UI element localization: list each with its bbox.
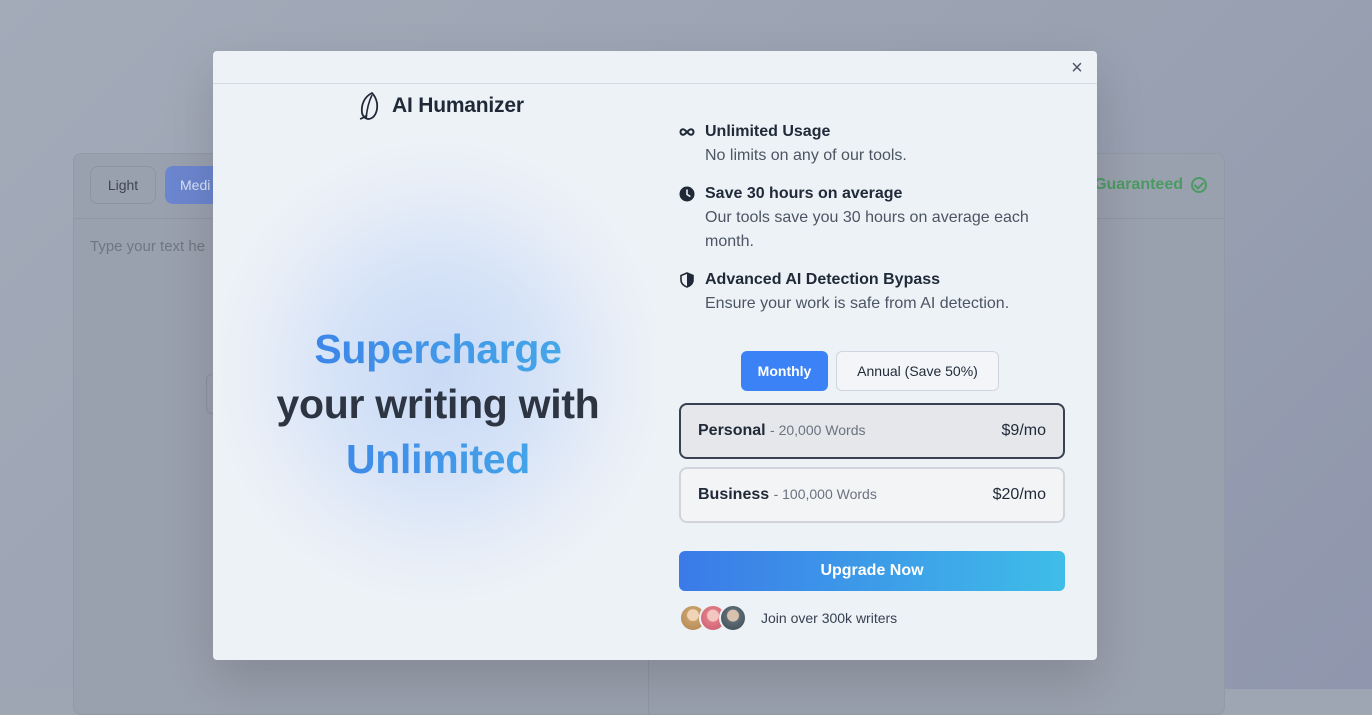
- feature-item: Unlimited Usage No limits on any of our …: [679, 122, 1069, 168]
- monthly-button[interactable]: Monthly: [741, 351, 828, 391]
- brand-name: AI Humanizer: [392, 94, 524, 117]
- feature-title: Unlimited Usage: [705, 123, 831, 140]
- upgrade-now-button[interactable]: Upgrade Now: [679, 551, 1065, 591]
- headline-part-2: your writing with: [276, 381, 600, 427]
- billing-toggle: Monthly Annual (Save 50%): [741, 351, 999, 391]
- plan-label: Personal - 20,000 Words: [698, 422, 866, 440]
- upgrade-modal: × AI Humanizer Supercharge your writing …: [213, 51, 1097, 660]
- plan-name: Business: [698, 486, 770, 503]
- feature-title: Advanced AI Detection Bypass: [705, 271, 941, 288]
- feature-description: No limits on any of our tools.: [705, 147, 907, 164]
- avatar-group: [679, 604, 747, 632]
- guaranteed-label: Guaranteed: [1094, 176, 1183, 193]
- check-circle-icon: [1191, 177, 1207, 193]
- feature-title: Save 30 hours on average: [705, 185, 903, 202]
- plan-label: Business - 100,000 Words: [698, 486, 877, 504]
- text-input-placeholder[interactable]: Type your text he: [90, 238, 205, 255]
- avatar: [719, 604, 747, 632]
- feather-logo-icon: [359, 91, 379, 120]
- headline-part-1: Supercharge: [221, 322, 655, 377]
- plan-words: - 20,000 Words: [770, 422, 866, 438]
- feature-description: Ensure your work is safe from AI detecti…: [705, 295, 1010, 312]
- plan-personal[interactable]: Personal - 20,000 Words $9/mo: [679, 403, 1065, 459]
- plan-price: $20/mo: [992, 486, 1046, 503]
- feature-item: Save 30 hours on average Our tools save …: [679, 184, 1069, 254]
- social-proof-text: Join over 300k writers: [761, 610, 898, 626]
- headline-part-3: Unlimited: [221, 432, 655, 487]
- plan-price: $9/mo: [1001, 422, 1046, 439]
- feature-description: Our tools save you 30 hours on average e…: [705, 209, 1029, 250]
- plan-words: - 100,000 Words: [773, 486, 877, 502]
- shield-icon: [680, 272, 694, 288]
- feature-list: Unlimited Usage No limits on any of our …: [679, 122, 1069, 332]
- guaranteed-badge: Guaranteed: [1094, 176, 1207, 194]
- clock-icon: [679, 186, 695, 202]
- hero-headline: Supercharge your writing with Unlimited: [221, 322, 655, 487]
- hero-pane: AI Humanizer Supercharge your writing wi…: [221, 84, 655, 660]
- brand: AI Humanizer: [356, 91, 524, 121]
- infinity-icon: [679, 128, 695, 136]
- plan-name: Personal: [698, 422, 766, 439]
- modal-topbar: ×: [213, 51, 1097, 84]
- annual-button[interactable]: Annual (Save 50%): [836, 351, 999, 391]
- light-mode-button[interactable]: Light: [90, 166, 156, 204]
- plan-business[interactable]: Business - 100,000 Words $20/mo: [679, 467, 1065, 523]
- social-proof: Join over 300k writers: [679, 604, 897, 632]
- close-button[interactable]: ×: [1067, 58, 1087, 78]
- feature-item: Advanced AI Detection Bypass Ensure your…: [679, 270, 1069, 316]
